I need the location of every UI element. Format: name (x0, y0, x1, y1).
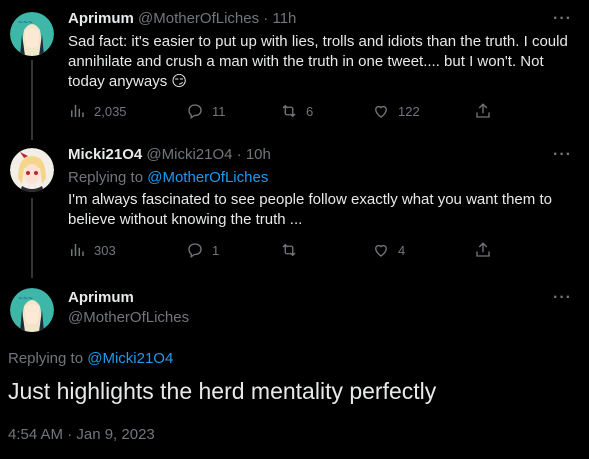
display-name[interactable]: Aprimum (68, 289, 134, 306)
share-button[interactable] (474, 241, 500, 259)
replying-to-link[interactable]: @Micki21O4 (87, 350, 173, 367)
thread-line (31, 60, 33, 140)
reply-button[interactable]: 1 (186, 241, 219, 259)
tweet-timestamp[interactable]: 4:54 AM · Jan 9, 2023 (8, 426, 155, 443)
tweet-actions: 2,035 11 6 122 (68, 102, 498, 122)
reply-button[interactable]: 11 (186, 102, 226, 120)
like-count: 4 (398, 242, 406, 258)
retweet-button[interactable] (280, 241, 306, 259)
reply-icon (188, 243, 202, 259)
smirk-emoji: 😏 (171, 73, 188, 90)
main-tweet-text: Just highlights the herd mentality perfe… (8, 378, 437, 404)
heart-icon (375, 105, 387, 118)
display-name[interactable]: Aprimum (68, 10, 134, 27)
views-icon (71, 244, 84, 256)
tweet-text: Sad fact: it's easier to put up with lie… (68, 32, 568, 92)
svg-text:~~~: ~~~ (18, 19, 33, 26)
replying-to-label: Replying to (68, 169, 148, 186)
retweet-button[interactable]: 6 (280, 102, 313, 120)
reply-icon (188, 104, 202, 120)
retweet-icon (282, 104, 296, 118)
share-icon (476, 103, 490, 118)
replying-to-line: Replying to @MotherOfLiches (68, 168, 568, 188)
replying-to-link[interactable]: @MotherOfLiches (147, 169, 268, 186)
tweet-header: Micki21O4 @Micki21O4 · 10h (68, 146, 271, 163)
share-button[interactable] (474, 102, 500, 120)
user-handle[interactable]: @MotherOfLiches (138, 10, 259, 27)
tweet-header: Aprimum @MotherOfLiches · 11h (68, 10, 296, 27)
views-button[interactable]: 303 (68, 241, 116, 259)
avatar[interactable] (10, 148, 54, 192)
like-count: 122 (398, 103, 420, 119)
more-options-icon[interactable]: ··· (553, 289, 572, 307)
user-handle[interactable]: @Micki21O4 (146, 146, 232, 163)
svg-text:~~~: ~~~ (18, 295, 33, 302)
views-count: 2,035 (94, 103, 127, 119)
thread-line (31, 198, 33, 278)
retweet-icon (282, 243, 296, 257)
reply-count: 11 (212, 103, 226, 119)
main-tweet-name: Aprimum (68, 289, 134, 306)
replying-to-label: Replying to (8, 350, 88, 367)
tweet-time[interactable]: 10h (246, 146, 271, 163)
more-options-icon[interactable]: ··· (553, 10, 572, 28)
tweet-actions: 303 1 4 (68, 241, 498, 261)
views-button[interactable]: 2,035 (68, 102, 127, 120)
display-name[interactable]: Micki21O4 (68, 146, 142, 163)
separator-dot: · (263, 10, 269, 27)
reply-count: 1 (212, 242, 220, 258)
user-handle[interactable]: @MotherOfLiches (68, 309, 189, 326)
retweet-count: 6 (306, 103, 314, 119)
like-button[interactable]: 4 (372, 241, 405, 259)
replying-to-line: Replying to @Micki21O4 (8, 349, 508, 369)
avatar[interactable]: ~~~ (10, 12, 54, 56)
avatar[interactable]: ~~~ (10, 288, 54, 332)
main-tweet-handle: @MotherOfLiches (68, 309, 189, 326)
separator-dot: · (236, 146, 242, 163)
tweet-text-content: Sad fact: it's easier to put up with lie… (68, 33, 568, 90)
tweet-text: I'm always fascinated to see people foll… (68, 191, 552, 228)
like-button[interactable]: 122 (372, 102, 420, 120)
share-icon (476, 242, 490, 257)
views-count: 303 (94, 242, 116, 258)
tweet-time[interactable]: 11h (272, 10, 296, 27)
more-options-icon[interactable]: ··· (553, 146, 572, 164)
heart-icon (375, 244, 387, 257)
views-icon (71, 105, 84, 117)
